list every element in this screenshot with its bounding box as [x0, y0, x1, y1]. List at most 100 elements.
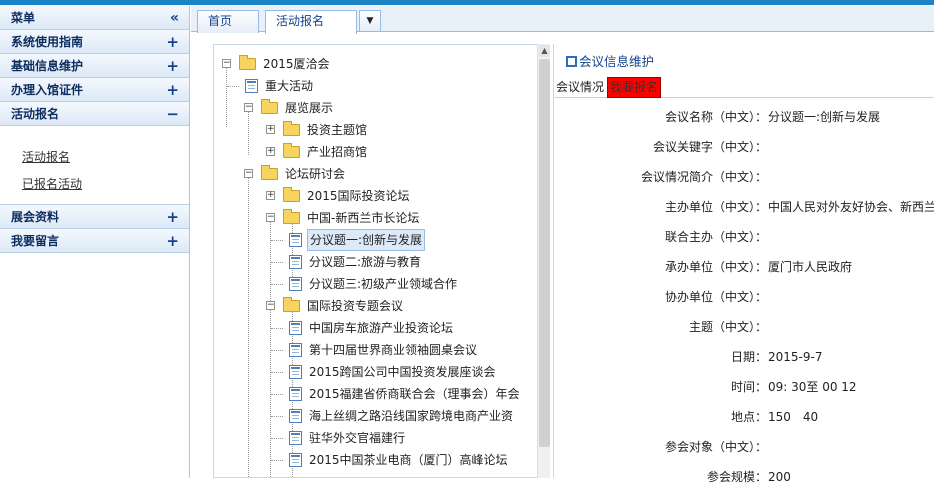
field-label: 时间：: [730, 380, 767, 394]
expand-toggle-icon[interactable]: +: [266, 125, 275, 134]
form-row: 地点： 150 40: [554, 408, 934, 426]
tree-node-label[interactable]: 展览展示: [283, 97, 335, 119]
collapse-toggle-icon[interactable]: −: [266, 213, 275, 222]
collapse-toggle-icon[interactable]: −: [266, 301, 275, 310]
scroll-thumb[interactable]: [539, 59, 550, 447]
document-icon: [289, 343, 302, 357]
tree-node[interactable]: 驻华外交官福建行: [214, 427, 549, 449]
tab-home[interactable]: 首页: [197, 10, 259, 33]
form-row: 时间： 09: 30至 00 12: [554, 378, 934, 396]
side-menu: 菜单 « 系统使用指南 + 基础信息维护 + 办理入馆证件 + 活动报名 − 活…: [0, 6, 190, 478]
form-row: 日期： 2015-9-7: [554, 348, 934, 366]
folder-icon: [239, 55, 256, 70]
tree-node-label[interactable]: 2015厦洽会: [261, 53, 332, 75]
tree-node[interactable]: 2015中国茶业电商（厦门）高峰论坛: [214, 449, 549, 471]
panel-subtabs: 会议情况 我要报名: [554, 76, 934, 98]
field-label: 地点：: [730, 410, 767, 424]
tree-node-label[interactable]: 2015国际投资论坛: [305, 185, 412, 207]
tree-node[interactable]: 2015福建省侨商联合会（理事会）年会: [214, 383, 549, 405]
document-icon: [289, 321, 302, 335]
tree-node-label[interactable]: 驻华外交官福建行: [307, 427, 407, 449]
tree-node-label[interactable]: 产业招商馆: [305, 141, 369, 163]
tree-node[interactable]: 分议题二:旅游与教育: [214, 251, 549, 273]
tree-node[interactable]: 海上丝绸之路沿线国家跨境电商产业资: [214, 405, 549, 427]
menu-header-label: 菜单: [11, 11, 36, 25]
field-label: 参会对象（中文）：: [664, 440, 767, 454]
tree-node[interactable]: + 投资主题馆: [214, 119, 549, 141]
panel-title: 会议信息维护: [566, 51, 654, 70]
tree-node-label[interactable]: 国际投资专题会议: [305, 295, 405, 317]
collapse-toggle-icon[interactable]: −: [222, 59, 231, 68]
collapse-toggle-icon[interactable]: −: [244, 103, 253, 112]
tree-node[interactable]: − 国际投资专题会议: [214, 295, 549, 317]
tree-node[interactable]: 2015跨国公司中国投资发展座谈会: [214, 361, 549, 383]
menu-section-pass[interactable]: 办理入馆证件 +: [0, 78, 189, 102]
tree-node-label[interactable]: 2015跨国公司中国投资发展座谈会: [307, 361, 498, 383]
tree-node[interactable]: − 展览展示: [214, 97, 549, 119]
tree-node-label[interactable]: 分议题三:初级产业领域合作: [307, 273, 459, 295]
tree-scrollbar[interactable]: ▲: [537, 44, 550, 478]
menu-section-basic-info[interactable]: 基础信息维护 +: [0, 54, 189, 78]
form-row: 承办单位（中文）： 厦门市人民政府: [554, 258, 934, 276]
menu-section-exhibition-docs[interactable]: 展会资料 +: [0, 205, 189, 229]
folder-icon: [283, 209, 300, 224]
signup-button[interactable]: 我要报名: [607, 77, 662, 98]
sublink-event-signup[interactable]: 活动报名: [22, 144, 189, 171]
tree-node[interactable]: 第十四届世界商业领袖圆桌会议: [214, 339, 549, 361]
tree-branch-line: [271, 460, 283, 461]
document-icon: [289, 409, 302, 423]
tree-node-label[interactable]: 论坛研讨会: [283, 163, 347, 185]
folder-icon: [283, 187, 300, 202]
tree-node-label[interactable]: 第十四届世界商业领袖圆桌会议: [307, 339, 479, 361]
subtab-meeting-status[interactable]: 会议情况: [556, 76, 604, 98]
form-row: 会议情况简介（中文）：: [554, 168, 934, 186]
tree-node[interactable]: 分议题一:创新与发展: [214, 229, 549, 251]
menu-section-label: 办理入馆证件: [11, 83, 84, 97]
tree-node-label[interactable]: 中国房车旅游产业投资论坛: [307, 317, 455, 339]
tree-node[interactable]: 分议题三:初级产业领域合作: [214, 273, 549, 295]
document-icon: [289, 453, 302, 467]
panel-title-text: 会议信息维护: [579, 54, 655, 69]
folder-icon: [283, 121, 300, 136]
field-label: 会议名称（中文）：: [664, 110, 767, 124]
panel-icon: [566, 56, 577, 67]
form-row: 参会规模： 200: [554, 468, 934, 486]
document-icon: [289, 431, 302, 445]
tree-node-label[interactable]: 2015中国茶业电商（厦门）高峰论坛: [307, 449, 510, 471]
document-icon: [289, 365, 302, 379]
tree-node[interactable]: − 中国-新西兰市长论坛: [214, 207, 549, 229]
tree-node[interactable]: − 论坛研讨会: [214, 163, 549, 185]
tree-node-label[interactable]: 重大活动: [263, 75, 315, 97]
expand-toggle-icon[interactable]: +: [266, 147, 275, 156]
tree-node[interactable]: + 产业招商馆: [214, 141, 549, 163]
tree-node[interactable]: − 2015厦洽会: [214, 53, 549, 75]
field-label: 日期：: [730, 350, 767, 364]
tree-node-label[interactable]: 投资主题馆: [305, 119, 369, 141]
sublink-registered-events[interactable]: 已报名活动: [22, 171, 189, 198]
collapse-toggle-icon[interactable]: −: [244, 169, 253, 178]
field-label: 参会规模：: [706, 470, 767, 484]
expand-icon: +: [166, 208, 179, 226]
tab-dropdown-icon[interactable]: ▼: [359, 10, 381, 32]
tree-node[interactable]: 重大活动: [214, 75, 549, 97]
tree-node-label[interactable]: 中国-新西兰市长论坛: [305, 207, 421, 229]
form-row: 主题（中文）：: [554, 318, 934, 336]
menu-header[interactable]: 菜单 «: [0, 6, 189, 30]
top-accent-bar: [0, 0, 934, 5]
tree-node[interactable]: 中国房车旅游产业投资论坛: [214, 317, 549, 339]
document-icon: [245, 79, 258, 93]
menu-section-messages[interactable]: 我要留言 +: [0, 229, 189, 253]
tree-node-label[interactable]: 海上丝绸之路沿线国家跨境电商产业资: [307, 405, 515, 427]
tab-event-signup[interactable]: 活动报名: [265, 10, 357, 34]
tree-node-label[interactable]: 分议题一:创新与发展: [307, 229, 426, 251]
tree-node-label[interactable]: 分议题二:旅游与教育: [307, 251, 423, 273]
double-chevron-left-icon[interactable]: «: [170, 6, 179, 30]
menu-section-guide[interactable]: 系统使用指南 +: [0, 30, 189, 54]
menu-section-label: 基础信息维护: [11, 59, 84, 73]
tree-node-label[interactable]: 2015福建省侨商联合会（理事会）年会: [307, 383, 522, 405]
scroll-up-icon[interactable]: ▲: [539, 45, 550, 57]
menu-section-events[interactable]: 活动报名 −: [0, 102, 189, 126]
expand-toggle-icon[interactable]: +: [266, 191, 275, 200]
document-icon: [289, 277, 302, 291]
tree-node[interactable]: +2015国际投资论坛: [214, 185, 549, 207]
